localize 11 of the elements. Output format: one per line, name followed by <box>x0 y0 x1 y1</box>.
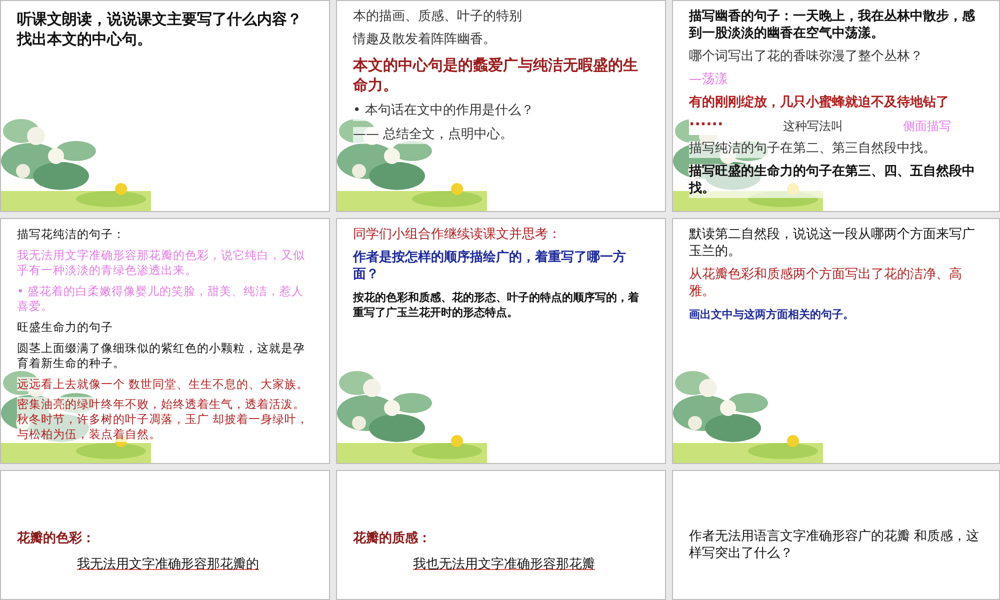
slide-thumbnail[interactable]: 花瓣的质感： 我也无法用文字准确形容那花瓣 <box>336 470 666 600</box>
slide-text: 有的刚刚绽放，几只小蜜蜂就迫不及待地钻了 <box>689 94 949 112</box>
slide-thumbnail[interactable]: 听课文朗读，说说课文主要写了什么内容？找出本文的中心句。 <box>0 0 330 212</box>
slide-text: 旺盛生命力的句子 <box>17 320 113 335</box>
slide-thumbnail[interactable]: 默读第二自然段，说说这一段从哪两个方面来写广玉兰的。 从花瓣色彩和质感两个方面写出了花的洁净、高雅。 画出文中与这两方面相关的句子。 <box>672 218 1000 464</box>
slide-thumbnail[interactable]: 同学们小组合作继续读课文并思考： 作者是按怎样的顺序描绘广的，着重写了哪一方面？ 按花的色彩和质感、花的形态、叶子的特点的顺序写的，着重写了广玉兰花开时的形态特点。 <box>336 218 666 464</box>
slide-thumbnail[interactable]: 描写幽香的句子：一天晚上，我在丛林中散步，感到一股淡淡的幽香在空气中荡漾。 哪个词写出了花的香味弥漫了整个丛林？ —荡漾 有的刚刚绽放，几只小蜜蜂就迫不及待地钻了 ······ 这种写法叫 侧面描写 描写纯洁的句子在第二、第三自然段中找。 描写旺盛的生命力的句子在第三、四、五自然段中找。 <box>672 0 1000 212</box>
slide-text: ······ <box>689 117 724 136</box>
slide-thumbnail[interactable]: 本的描画、质感、叶子的特别 情趣及散发着阵阵幽香。 本文的中心句是的蠡爱广与纯洁无暇盛的生命力。 • 本句话在文中的作用是什么？ —— 总结全文，点明中心。 <box>336 0 666 212</box>
slide-thumbnail[interactable]: 花瓣的色彩： 我无法用文字准确形容那花瓣的 <box>0 470 330 600</box>
slide-thumbnail[interactable]: 作者无法用语言文字准确形容广的花瓣 和质感，这样写突出了什么？ <box>672 470 1000 600</box>
